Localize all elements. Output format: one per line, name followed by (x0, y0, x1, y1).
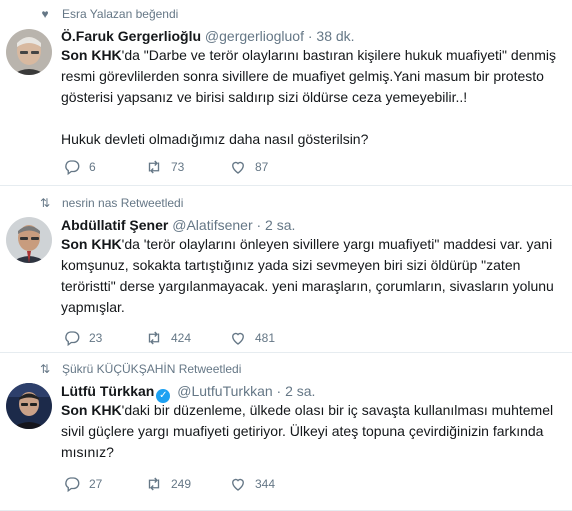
avatar[interactable] (6, 29, 52, 75)
reply-count: 23 (89, 331, 103, 345)
retweet-button[interactable]: 73 (145, 158, 229, 176)
social-context-text[interactable]: nesrin nas Retweetledi (62, 196, 183, 210)
heart-icon (232, 332, 244, 345)
retweet-icon (148, 160, 160, 174)
retweet-count: 73 (171, 160, 185, 174)
tweet-header: Abdüllatif Şener @Alatifsener · 2 sa. (61, 216, 295, 234)
retweet-button[interactable]: 249 (145, 475, 229, 493)
tweet-text: Son KHK'daki bir düzenleme, ülkede olası… (61, 400, 561, 463)
social-context-text[interactable]: Şükrü KÜÇÜKŞAHİN Retweetledi (62, 362, 241, 376)
tweet-time[interactable]: · 2 sa. (277, 383, 316, 399)
reply-button[interactable]: 6 (63, 158, 145, 176)
retweet-count: 424 (171, 331, 192, 345)
reply-icon (65, 160, 80, 176)
reply-icon (65, 477, 80, 493)
reply-count: 27 (89, 477, 103, 491)
retweet-button[interactable]: 424 (145, 329, 229, 347)
like-button[interactable]: 481 (229, 329, 311, 347)
author-handle[interactable]: @Alatifsener (172, 217, 252, 233)
tweet-text-paragraph: Hukuk devleti olmadığımız daha nasıl gös… (61, 131, 369, 147)
tweet-card[interactable]: ♥ Esra Yalazan beğendi Ö.Faruk Gergerlio… (0, 0, 572, 186)
tweet-actions: 27 249 344 (63, 475, 311, 493)
like-count: 344 (255, 477, 276, 491)
like-button[interactable]: 344 (229, 475, 311, 493)
like-count: 87 (255, 160, 269, 174)
heart-icon (232, 161, 244, 174)
author-name[interactable]: Abdüllatif Şener (61, 217, 168, 233)
tweet-text: Son KHK'da "Darbe ve terör olaylarını ba… (61, 45, 561, 150)
like-button[interactable]: 87 (229, 158, 311, 176)
retweet-icon (148, 331, 160, 345)
hashtag-text[interactable]: Son KHK (61, 47, 122, 63)
tweet-actions: 6 73 87 (63, 158, 311, 176)
author-name[interactable]: Ö.Faruk Gergerlioğlu (61, 28, 201, 44)
reply-button[interactable]: 23 (63, 329, 145, 347)
tweet-text: Son KHK'da 'terör olaylarını önleyen siv… (61, 234, 561, 318)
social-context: ⇅ Şükrü KÜÇÜKŞAHİN Retweetledi (37, 362, 241, 376)
tweet-card[interactable]: ⇅ nesrin nas Retweetledi Abdüllatif Şene… (0, 186, 572, 353)
tweet-actions: 23 424 481 (63, 329, 311, 347)
heart-icon: ♥ (41, 7, 49, 21)
hashtag-text[interactable]: Son KHK (61, 402, 122, 418)
social-context-text[interactable]: Esra Yalazan beğendi (62, 7, 178, 21)
author-handle[interactable]: @LutfuTurkkan (177, 383, 272, 399)
retweet-icon: ⇅ (39, 362, 51, 376)
tweet-text-main: 'da "Darbe ve terör olaylarını bastıran … (61, 47, 557, 105)
tweet-time[interactable]: · 2 sa. (257, 217, 296, 233)
retweet-icon: ⇅ (39, 196, 51, 210)
social-context: ♥ Esra Yalazan beğendi (37, 7, 178, 21)
tweet-card[interactable]: ⇅ Şükrü KÜÇÜKŞAHİN Retweetledi Lütfü Tür… (0, 353, 572, 511)
like-count: 481 (255, 331, 276, 345)
reply-button[interactable]: 27 (63, 475, 145, 493)
author-handle[interactable]: @gergerliogluof (205, 28, 304, 44)
tweet-text-main: 'daki bir düzenleme, ülkede olası bir iç… (61, 402, 554, 460)
reply-count: 6 (89, 160, 96, 174)
reply-icon (65, 331, 80, 347)
hashtag-text[interactable]: Son KHK (61, 236, 122, 252)
tweet-header: Ö.Faruk Gergerlioğlu @gergerliogluof · 3… (61, 27, 355, 45)
retweet-icon (148, 477, 160, 491)
heart-icon (232, 478, 244, 491)
tweet-time[interactable]: · 38 dk. (308, 28, 355, 44)
retweet-count: 249 (171, 477, 192, 491)
avatar[interactable] (6, 383, 52, 429)
social-context: ⇅ nesrin nas Retweetledi (37, 196, 183, 210)
tweet-text-main: 'da 'terör olaylarını önleyen sivillere … (61, 236, 554, 315)
avatar[interactable] (6, 217, 52, 263)
author-name[interactable]: Lütfü Türkkan (61, 383, 154, 399)
